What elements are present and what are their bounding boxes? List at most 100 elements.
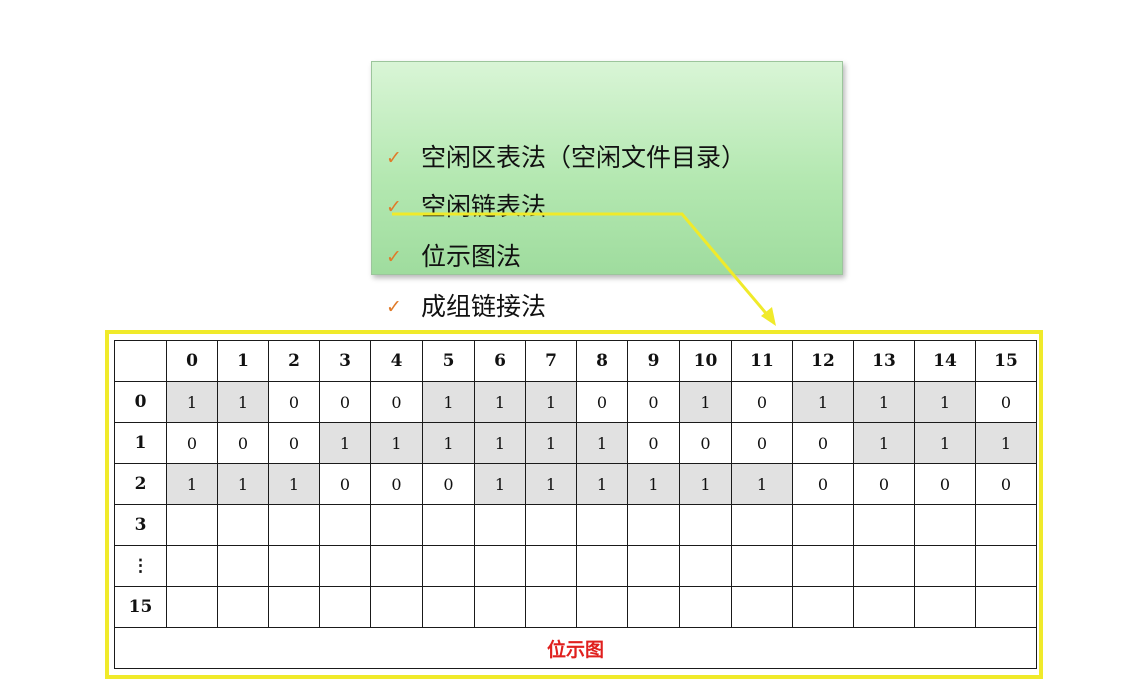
row-header: 3 xyxy=(114,504,167,546)
bit-cell xyxy=(268,545,320,587)
method-item-grouped-linking: ✓ 成组链接法 xyxy=(386,287,546,327)
bit-cell: 1 xyxy=(792,381,854,423)
bitmap-caption: 位示图 xyxy=(114,627,1037,669)
methods-list-box: ✓ 空闲区表法（空闲文件目录） ✓ 空闲链表法 ✓ 位示图法 ✓ 成组链接法 xyxy=(371,61,843,321)
column-header: 2 xyxy=(268,340,320,382)
bit-cell: 0 xyxy=(370,381,423,423)
bit-cell xyxy=(319,545,371,587)
corner-cell xyxy=(114,340,167,382)
bit-cell: 1 xyxy=(525,381,577,423)
bit-cell: 1 xyxy=(166,381,218,423)
column-header: 0 xyxy=(166,340,218,382)
column-header: 7 xyxy=(525,340,577,382)
bit-cell xyxy=(422,545,475,587)
row-header: ⋮ xyxy=(114,545,167,587)
check-icon: ✓ xyxy=(386,196,402,218)
bit-cell: 0 xyxy=(627,422,680,464)
bit-cell: 1 xyxy=(474,381,526,423)
bit-cell: 0 xyxy=(370,463,423,505)
bit-cell: 0 xyxy=(319,463,371,505)
bit-cell xyxy=(217,545,269,587)
row-header: 1 xyxy=(114,422,167,464)
bit-cell xyxy=(217,504,269,546)
bit-cell: 0 xyxy=(975,463,1037,505)
method-item-free-linked-list: ✓ 空闲链表法 xyxy=(386,187,546,227)
column-header: 12 xyxy=(792,340,854,382)
bit-cell: 0 xyxy=(268,381,320,423)
bit-cell: 1 xyxy=(679,463,732,505)
bit-cell xyxy=(975,504,1037,546)
column-header: 3 xyxy=(319,340,371,382)
bit-cell: 1 xyxy=(576,463,628,505)
bit-cell xyxy=(319,504,371,546)
column-header: 4 xyxy=(370,340,423,382)
bit-cell xyxy=(422,586,475,628)
bit-cell xyxy=(576,586,628,628)
bit-cell: 0 xyxy=(792,422,854,464)
bit-cell xyxy=(525,545,577,587)
caption-row: 位示图 xyxy=(114,627,1037,669)
bit-cell: 1 xyxy=(474,422,526,464)
bit-cell xyxy=(914,504,976,546)
bit-cell: 1 xyxy=(731,463,793,505)
column-header: 5 xyxy=(422,340,475,382)
row-header: 15 xyxy=(114,586,167,628)
bit-cell xyxy=(627,586,680,628)
bit-cell: 1 xyxy=(422,422,475,464)
bit-cell xyxy=(370,504,423,546)
column-header: 15 xyxy=(975,340,1037,382)
check-icon: ✓ xyxy=(386,246,402,268)
bit-cell: 0 xyxy=(576,381,628,423)
bit-cell xyxy=(370,545,423,587)
bit-cell: 1 xyxy=(370,422,423,464)
bit-cell: 1 xyxy=(853,381,915,423)
bit-cell: 0 xyxy=(217,422,269,464)
bitmap-row: 01100011100101110 xyxy=(114,381,1037,423)
bit-cell xyxy=(731,545,793,587)
bitmap-table: 0 1 2 3 4 5 6 7 8 9 10 11 12 13 14 15 0 1 1 0 0 0 1 1 1 0 0 1 0 1 1 1 0 1… xyxy=(114,340,1037,669)
bit-cell xyxy=(319,586,371,628)
bit-cell xyxy=(792,545,854,587)
bit-cell: 0 xyxy=(627,381,680,423)
check-icon: ✓ xyxy=(386,147,402,169)
bit-cell xyxy=(792,504,854,546)
bit-cell: 0 xyxy=(166,422,218,464)
bit-cell xyxy=(731,504,793,546)
bit-cell: 1 xyxy=(914,381,976,423)
bit-cell xyxy=(474,586,526,628)
bit-cell xyxy=(914,545,976,587)
bit-cell xyxy=(853,545,915,587)
bit-cell: 0 xyxy=(975,381,1037,423)
bit-cell xyxy=(576,504,628,546)
bitmap-row: 10001111110000111 xyxy=(114,422,1037,464)
method-label: 空闲链表法 xyxy=(421,192,547,221)
bit-cell: 1 xyxy=(679,381,732,423)
bit-cell: 1 xyxy=(217,463,269,505)
bit-cell: 1 xyxy=(319,422,371,464)
column-header: 10 xyxy=(679,340,732,382)
bitmap-row: 21110001111110000 xyxy=(114,463,1037,505)
bit-cell: 0 xyxy=(319,381,371,423)
bitmap-row: ⋮ xyxy=(114,545,1037,587)
header-row: 0 1 2 3 4 5 6 7 8 9 10 11 12 13 14 15 xyxy=(114,340,1037,382)
bitmap-row: 3 xyxy=(114,504,1037,546)
bit-cell xyxy=(268,586,320,628)
bit-cell xyxy=(217,586,269,628)
bit-cell: 1 xyxy=(627,463,680,505)
bit-cell xyxy=(679,545,732,587)
bit-cell: 1 xyxy=(525,422,577,464)
bit-cell: 0 xyxy=(268,422,320,464)
bit-cell xyxy=(166,586,218,628)
row-header: 0 xyxy=(114,381,167,423)
bit-cell xyxy=(474,504,526,546)
bit-cell: 1 xyxy=(422,381,475,423)
column-header: 6 xyxy=(474,340,526,382)
bit-cell xyxy=(576,545,628,587)
bit-cell: 1 xyxy=(474,463,526,505)
bit-cell xyxy=(474,545,526,587)
bit-cell xyxy=(268,504,320,546)
row-header: 2 xyxy=(114,463,167,505)
bit-cell: 1 xyxy=(853,422,915,464)
column-header: 1 xyxy=(217,340,269,382)
column-header: 14 xyxy=(914,340,976,382)
